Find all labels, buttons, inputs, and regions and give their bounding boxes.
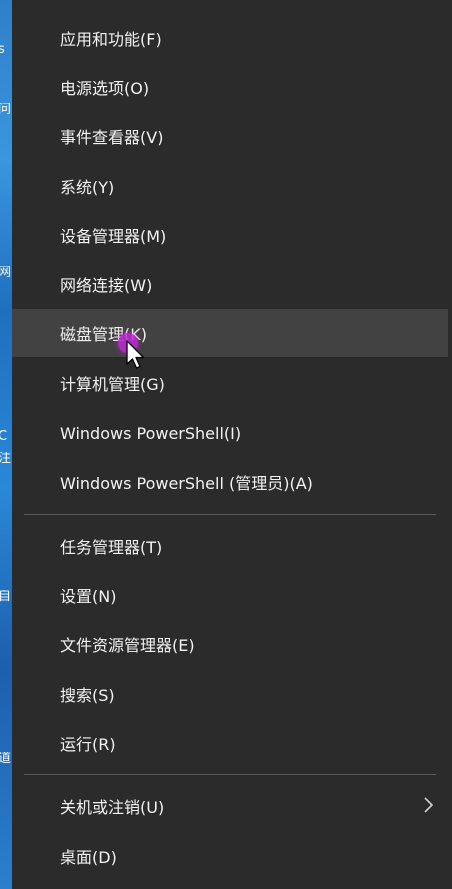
menu-item-computer-management[interactable]: 计算机管理(G) [12, 364, 448, 402]
menu-item-run[interactable]: 运行(R) [12, 724, 448, 762]
menu-item-label: 网络连接(W) [60, 276, 153, 295]
menu-item-task-manager[interactable]: 任务管理器(T) [12, 527, 448, 565]
menu-item-label: 搜索(S) [60, 686, 115, 705]
menu-item-system[interactable]: 系统(Y) [12, 167, 448, 205]
menu-item-windows-powershell-admin[interactable]: Windows PowerShell (管理员)(A) [12, 463, 448, 501]
menu-item-label: 运行(R) [60, 735, 116, 754]
mouse-cursor-icon [126, 340, 145, 369]
desktop-glyph: 注 [0, 452, 12, 466]
menu-item-settings[interactable]: 设置(N) [12, 576, 448, 614]
desktop-background-strip: s 问 网 C 注 自 道 [0, 0, 12, 889]
winx-context-menu: 应用和功能(F) 电源选项(O) 事件查看器(V) 系统(Y) 设备管理器(M)… [12, 0, 452, 889]
menu-item-file-explorer[interactable]: 文件资源管理器(E) [12, 625, 448, 663]
desktop-glyph: C [0, 430, 8, 444]
menu-item-label: 关机或注销(U) [60, 798, 165, 817]
menu-separator [24, 774, 436, 775]
menu-item-apps-and-features[interactable]: 应用和功能(F) [12, 19, 448, 57]
desktop-glyph: s [0, 43, 5, 57]
desktop-glyph: 问 [0, 103, 12, 117]
menu-item-desktop[interactable]: 桌面(D) [12, 837, 448, 875]
menu-item-label: 文件资源管理器(E) [60, 636, 195, 655]
menu-item-label: Windows PowerShell (管理员)(A) [60, 474, 313, 493]
menu-item-label: 系统(Y) [60, 178, 115, 197]
menu-item-search[interactable]: 搜索(S) [12, 675, 448, 713]
menu-item-label: 设备管理器(M) [60, 227, 167, 246]
menu-item-label: 电源选项(O) [60, 79, 150, 98]
menu-item-label: 桌面(D) [60, 848, 117, 867]
menu-item-label: 任务管理器(T) [60, 538, 163, 557]
desktop-glyph: 网 [0, 266, 12, 280]
desktop-glyph: 道 [0, 752, 12, 766]
menu-item-windows-powershell[interactable]: Windows PowerShell(I) [12, 414, 448, 452]
menu-item-device-manager[interactable]: 设备管理器(M) [12, 216, 448, 254]
menu-item-network-connections[interactable]: 网络连接(W) [12, 265, 448, 303]
menu-item-label: 设置(N) [60, 587, 117, 606]
menu-item-disk-management[interactable]: 磁盘管理(K) [12, 309, 448, 357]
menu-item-label: 应用和功能(F) [60, 30, 162, 49]
menu-item-label: 计算机管理(G) [60, 375, 165, 394]
menu-item-shutdown-or-sign-out[interactable]: 关机或注销(U) [12, 787, 448, 825]
menu-item-power-options[interactable]: 电源选项(O) [12, 68, 448, 106]
menu-separator [24, 514, 436, 515]
menu-item-label: Windows PowerShell(I) [60, 423, 242, 443]
chevron-right-icon [424, 797, 434, 813]
menu-item-event-viewer[interactable]: 事件查看器(V) [12, 117, 448, 155]
desktop-glyph: 自 [0, 590, 12, 604]
menu-item-label: 事件查看器(V) [60, 128, 164, 147]
